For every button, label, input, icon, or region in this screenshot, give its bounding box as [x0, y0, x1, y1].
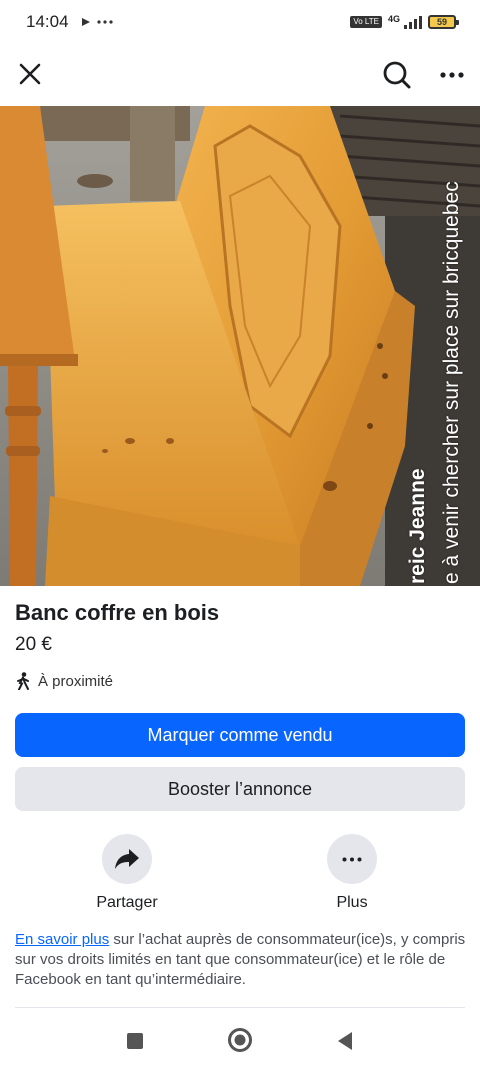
system-nav-bar: [0, 1012, 480, 1067]
square-icon: [127, 1033, 143, 1049]
listing-location: À proximité: [15, 672, 113, 690]
more-horizontal-icon: [440, 72, 464, 78]
status-notification-icons: [81, 17, 113, 27]
listing-title: Banc coffre en bois: [15, 600, 220, 625]
volte-icon: Vo LTE: [350, 16, 382, 28]
listing-price: 20 €: [15, 634, 52, 655]
home-button[interactable]: [224, 1024, 256, 1056]
share-label: Partager: [96, 894, 158, 911]
more-action[interactable]: Plus: [297, 834, 407, 912]
recents-button[interactable]: [120, 1026, 150, 1056]
divider: [15, 1007, 465, 1008]
walking-person-icon: [17, 672, 29, 690]
close-button[interactable]: [12, 56, 48, 92]
status-time: 14:04: [26, 12, 69, 31]
back-triangle-icon: [338, 1032, 352, 1050]
circle-home-icon: [228, 1028, 252, 1052]
status-bar: 14:04 Vo LTE 4G 59: [0, 0, 480, 44]
more-label: Plus: [336, 894, 368, 911]
back-button[interactable]: [330, 1026, 360, 1056]
network-type: 4G: [387, 14, 400, 24]
learn-more-link[interactable]: En savoir plus: [15, 931, 109, 948]
more-horizontal-icon: [342, 857, 362, 861]
signal-icon: [404, 15, 422, 29]
play-icon: [81, 18, 90, 26]
share-button[interactable]: [102, 834, 152, 884]
more-button[interactable]: [327, 834, 377, 884]
share-arrow-icon: [115, 849, 139, 869]
boost-listing-button[interactable]: Booster l’annonce: [15, 767, 465, 811]
location-label: À proximité: [38, 672, 114, 690]
share-action[interactable]: Partager: [72, 834, 182, 912]
more-notifications-icon: [96, 20, 113, 24]
listing-photo[interactable]: reic Jeanne e à venir chercher sur place…: [0, 106, 480, 586]
consumer-rights-info: En savoir plus sur l’achat auprès de con…: [15, 930, 470, 990]
more-options-button[interactable]: [433, 56, 471, 94]
top-bar: [0, 50, 480, 100]
close-icon: [19, 63, 41, 85]
bench-image: [0, 106, 480, 586]
battery-icon: 59: [428, 15, 459, 29]
search-button[interactable]: [378, 56, 416, 94]
search-icon: [383, 61, 411, 89]
mark-as-sold-button[interactable]: Marquer comme vendu: [15, 713, 465, 757]
